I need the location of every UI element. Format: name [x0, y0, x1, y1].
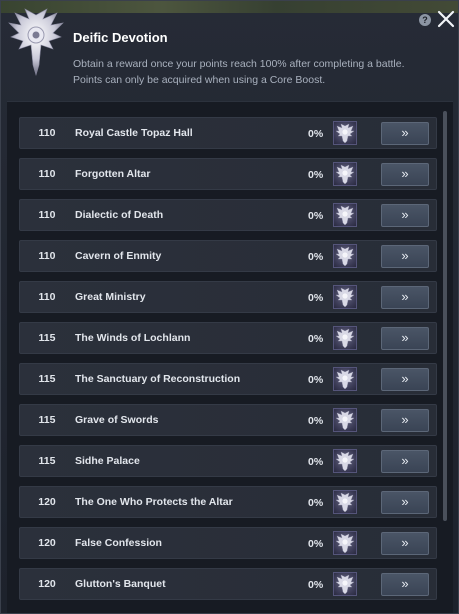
go-button[interactable]: » — [381, 286, 429, 309]
row-dungeon-name: Grave of Swords — [75, 414, 159, 426]
deific-devotion-window: Deific Devotion Obtain a reward once you… — [0, 0, 459, 614]
description-line-2: Points can only be acquired when using a… — [73, 74, 326, 86]
reward-emblem-icon — [335, 533, 355, 554]
go-button[interactable]: » — [381, 122, 429, 145]
row-level: 110 — [38, 209, 56, 221]
go-button[interactable]: » — [381, 327, 429, 350]
row-progress: 0% — [308, 497, 324, 509]
dungeon-row[interactable]: 110 Cavern of Enmity 0% » — [19, 240, 437, 272]
row-dungeon-name: Forgotten Altar — [75, 168, 151, 180]
dungeon-row[interactable]: 110 Dialectic of Death 0% » — [19, 199, 437, 231]
row-progress: 0% — [308, 128, 324, 140]
reward-icon[interactable] — [333, 572, 357, 596]
row-progress: 0% — [308, 251, 324, 263]
reward-icon[interactable] — [333, 326, 357, 350]
row-level: 115 — [38, 414, 56, 426]
reward-icon[interactable] — [333, 408, 357, 432]
reward-icon[interactable] — [333, 367, 357, 391]
row-level: 120 — [38, 537, 56, 549]
row-level: 120 — [38, 578, 56, 590]
row-dungeon-name: The Winds of Lochlann — [75, 332, 191, 344]
go-button[interactable]: » — [381, 245, 429, 268]
window-title: Deific Devotion — [73, 30, 168, 45]
go-button[interactable]: » — [381, 450, 429, 473]
go-button[interactable]: » — [381, 163, 429, 186]
reward-emblem-icon — [335, 369, 355, 390]
row-progress: 0% — [308, 456, 324, 468]
row-progress: 0% — [308, 374, 324, 386]
reward-icon[interactable] — [333, 449, 357, 473]
dungeon-row[interactable]: 115 The Winds of Lochlann 0% » — [19, 322, 437, 354]
dungeon-row[interactable]: 110 Great Ministry 0% » — [19, 281, 437, 313]
reward-emblem-icon — [335, 205, 355, 226]
row-level: 115 — [38, 332, 56, 344]
reward-emblem-icon — [335, 451, 355, 472]
row-level: 115 — [38, 373, 56, 385]
dungeon-row[interactable]: 110 Forgotten Altar 0% » — [19, 158, 437, 190]
reward-icon[interactable] — [333, 244, 357, 268]
winged-emblem-icon — [8, 8, 64, 77]
go-button[interactable]: » — [381, 532, 429, 555]
window-description: Obtain a reward once your points reach 1… — [73, 56, 453, 88]
row-progress: 0% — [308, 415, 324, 427]
help-icon[interactable]: ? — [419, 14, 431, 26]
row-progress: 0% — [308, 210, 324, 222]
row-progress: 0% — [308, 333, 324, 345]
row-progress: 0% — [308, 292, 324, 304]
background-strip — [1, 1, 458, 13]
reward-icon[interactable] — [333, 531, 357, 555]
reward-icon[interactable] — [333, 285, 357, 309]
row-dungeon-name: Glutton's Banquet — [75, 578, 166, 590]
row-level: 120 — [38, 496, 56, 508]
row-progress: 0% — [308, 538, 324, 550]
row-level: 110 — [38, 127, 56, 139]
reward-emblem-icon — [335, 410, 355, 431]
close-icon[interactable] — [437, 10, 455, 28]
reward-icon[interactable] — [333, 203, 357, 227]
description-line-1: Obtain a reward once your points reach 1… — [73, 58, 405, 70]
reward-icon[interactable] — [333, 490, 357, 514]
reward-emblem-icon — [335, 492, 355, 513]
row-dungeon-name: Royal Castle Topaz Hall — [75, 127, 193, 139]
row-dungeon-name: Dialectic of Death — [75, 209, 164, 221]
row-dungeon-name: Great Ministry — [75, 291, 146, 303]
dungeon-row[interactable]: 115 Grave of Swords 0% » — [19, 404, 437, 436]
go-button[interactable]: » — [381, 368, 429, 391]
row-dungeon-name: Sidhe Palace — [75, 455, 140, 467]
go-button[interactable]: » — [381, 491, 429, 514]
go-button[interactable]: » — [381, 204, 429, 227]
reward-emblem-icon — [335, 328, 355, 349]
dungeon-row[interactable]: 110 Royal Castle Topaz Hall 0% » — [19, 117, 437, 149]
row-dungeon-name: The Sanctuary of Reconstruction — [75, 373, 241, 385]
go-button[interactable]: » — [381, 573, 429, 596]
row-level: 115 — [38, 455, 56, 467]
reward-icon[interactable] — [333, 162, 357, 186]
dungeon-row[interactable]: 120 False Confession 0% » — [19, 527, 437, 559]
list-scrollbar[interactable] — [443, 111, 447, 521]
reward-emblem-icon — [335, 246, 355, 267]
row-level: 110 — [38, 291, 56, 303]
dungeon-row[interactable]: 120 Glutton's Banquet 0% » — [19, 568, 437, 600]
reward-emblem-icon — [335, 287, 355, 308]
row-progress: 0% — [308, 579, 324, 591]
row-level: 110 — [38, 168, 56, 180]
row-progress: 0% — [308, 169, 324, 181]
dungeon-row[interactable]: 115 The Sanctuary of Reconstruction 0% » — [19, 363, 437, 395]
row-level: 110 — [38, 250, 56, 262]
dungeon-row[interactable]: 120 The One Who Protects the Altar 0% » — [19, 486, 437, 518]
reward-emblem-icon — [335, 574, 355, 595]
go-button[interactable]: » — [381, 409, 429, 432]
reward-icon[interactable] — [333, 121, 357, 145]
row-dungeon-name: False Confession — [75, 537, 162, 549]
row-dungeon-name: Cavern of Enmity — [75, 250, 162, 262]
dungeon-row[interactable]: 115 Sidhe Palace 0% » — [19, 445, 437, 477]
reward-emblem-icon — [335, 164, 355, 185]
reward-emblem-icon — [335, 123, 355, 144]
row-dungeon-name: The One Who Protects the Altar — [75, 496, 233, 508]
